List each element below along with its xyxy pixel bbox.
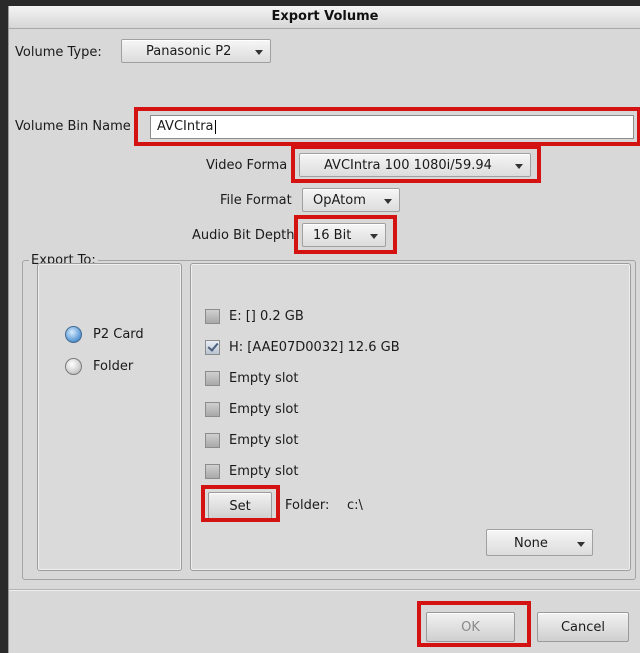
radio-folder[interactable]: Folder: [65, 357, 175, 377]
slot-label: E: [] 0.2 GB: [229, 309, 304, 324]
radio-selected-icon: [65, 326, 82, 343]
volume-type-value: Panasonic P2: [146, 44, 232, 59]
chevron-down-icon: [577, 542, 585, 547]
file-format-dropdown[interactable]: OpAtom: [302, 188, 400, 212]
folder-label: Folder:: [285, 498, 330, 513]
video-format-dropdown[interactable]: AVCIntra 100 1080i/59.94: [299, 153, 531, 177]
chevron-down-icon: [384, 199, 392, 204]
video-format-value: AVCIntra 100 1080i/59.94: [324, 158, 492, 173]
bin-name-input[interactable]: AVCIntra: [150, 115, 634, 139]
audio-bit-depth-dropdown[interactable]: 16 Bit: [302, 223, 386, 247]
radio-unselected-icon: [65, 358, 82, 375]
bin-name-value: AVCIntra: [157, 119, 214, 134]
radio-folder-label: Folder: [93, 359, 134, 374]
folder-path: c:\: [347, 498, 363, 513]
slot-label: H: [AAE07D0032] 12.6 GB: [229, 340, 400, 355]
ok-button[interactable]: OK: [426, 612, 515, 642]
file-format-value: OpAtom: [313, 193, 366, 208]
cancel-button[interactable]: Cancel: [537, 612, 629, 642]
checkbox-icon: [205, 464, 220, 479]
checkbox-icon: [205, 309, 220, 324]
slot-label: Empty slot: [229, 464, 299, 479]
footer-separator: [9, 589, 640, 591]
checkbox-checked-icon: [205, 340, 220, 355]
set-button[interactable]: Set: [208, 492, 272, 520]
none-dropdown[interactable]: None: [486, 529, 593, 556]
checkbox-icon: [205, 433, 220, 448]
dialog-title: Export Volume: [9, 6, 640, 29]
slots-panel: E: [] 0.2 GB H: [AAE07D0032] 12.6 GB Emp…: [190, 263, 631, 571]
volume-type-dropdown[interactable]: Panasonic P2: [121, 39, 271, 63]
chevron-down-icon: [255, 50, 263, 55]
video-format-label: Video Forma: [206, 158, 288, 173]
chevron-down-icon: [370, 234, 378, 239]
slot-label: Empty slot: [229, 371, 299, 386]
checkbox-icon: [205, 371, 220, 386]
bin-name-label: Volume Bin Name: [15, 119, 131, 134]
radio-p2-card-label: P2 Card: [93, 327, 144, 342]
audio-bit-depth-label: Audio Bit Depth: [192, 228, 295, 243]
file-format-label: File Format: [220, 193, 292, 208]
chevron-down-icon: [515, 164, 523, 169]
radio-p2-card[interactable]: P2 Card: [65, 325, 175, 345]
text-caret: [214, 119, 216, 134]
audio-bit-depth-value: 16 Bit: [313, 228, 352, 243]
destination-panel: P2 Card Folder: [37, 263, 182, 571]
volume-type-label: Volume Type:: [15, 45, 102, 60]
none-dropdown-value: None: [514, 536, 548, 551]
export-volume-dialog: Export Volume Volume Type: Panasonic P2 …: [8, 6, 640, 653]
slot-label: Empty slot: [229, 433, 299, 448]
checkbox-icon: [205, 402, 220, 417]
slot-label: Empty slot: [229, 402, 299, 417]
